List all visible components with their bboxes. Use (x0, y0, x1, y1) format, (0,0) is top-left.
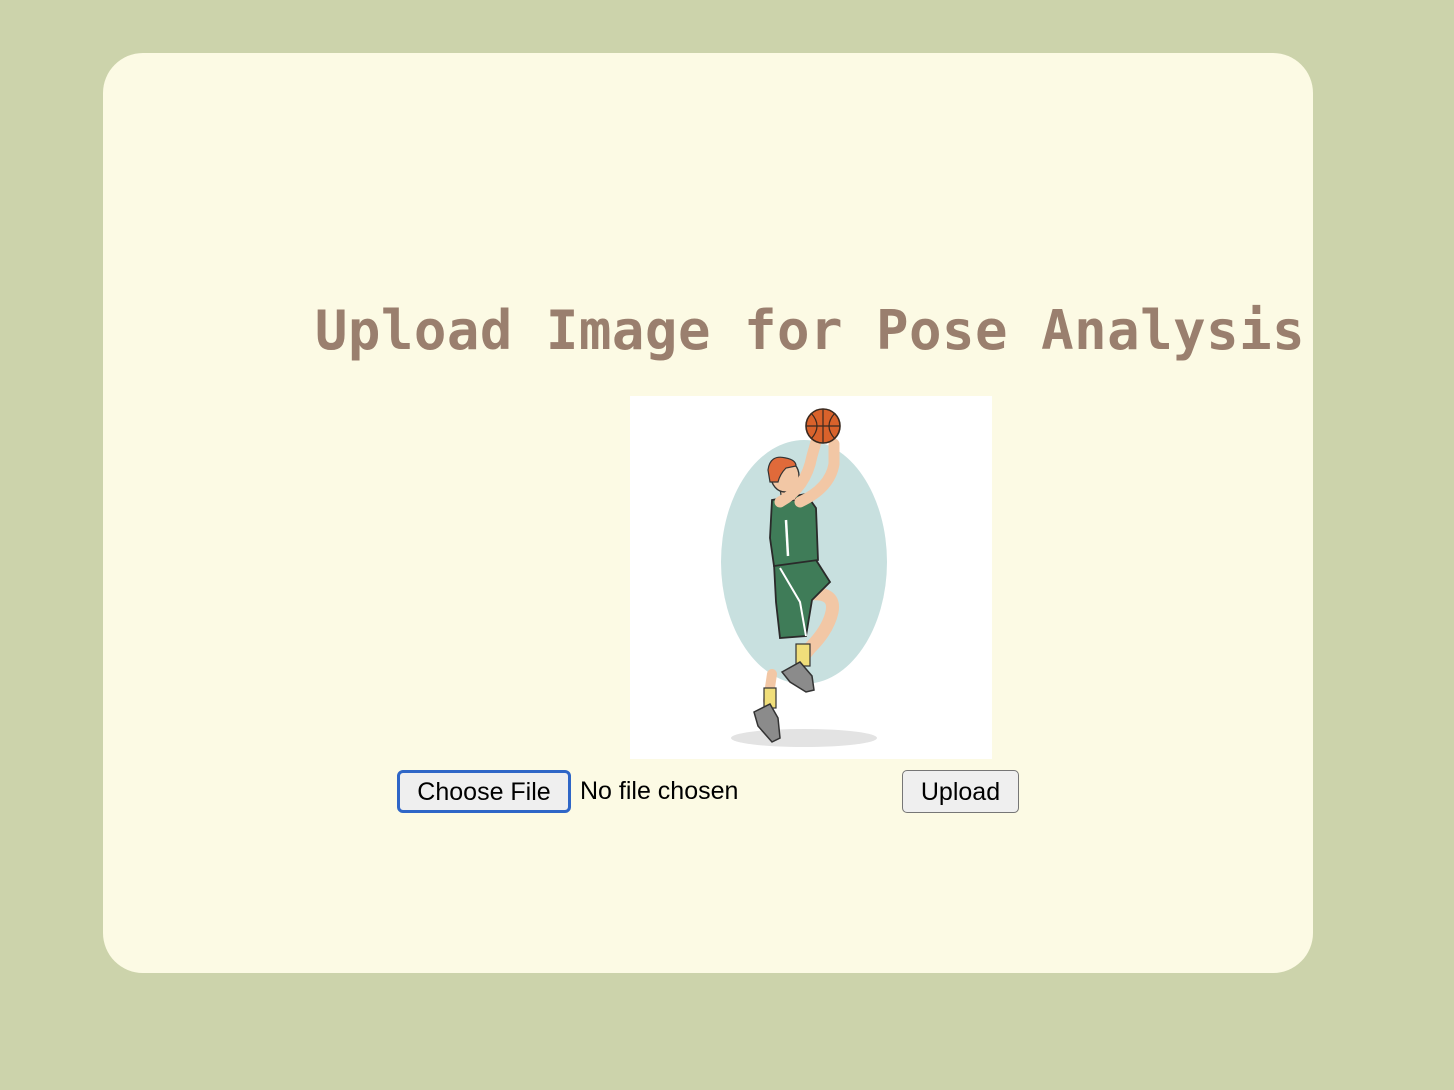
basketball-player-illustration (630, 396, 992, 759)
choose-file-button[interactable]: Choose File (397, 770, 571, 813)
main-card: Upload Image for Pose Analysis (103, 53, 1313, 973)
preview-image (630, 396, 992, 759)
file-status-text: No file chosen (580, 777, 739, 805)
page-title: Upload Image for Pose Analysis (314, 299, 1306, 362)
upload-button[interactable]: Upload (902, 770, 1019, 813)
